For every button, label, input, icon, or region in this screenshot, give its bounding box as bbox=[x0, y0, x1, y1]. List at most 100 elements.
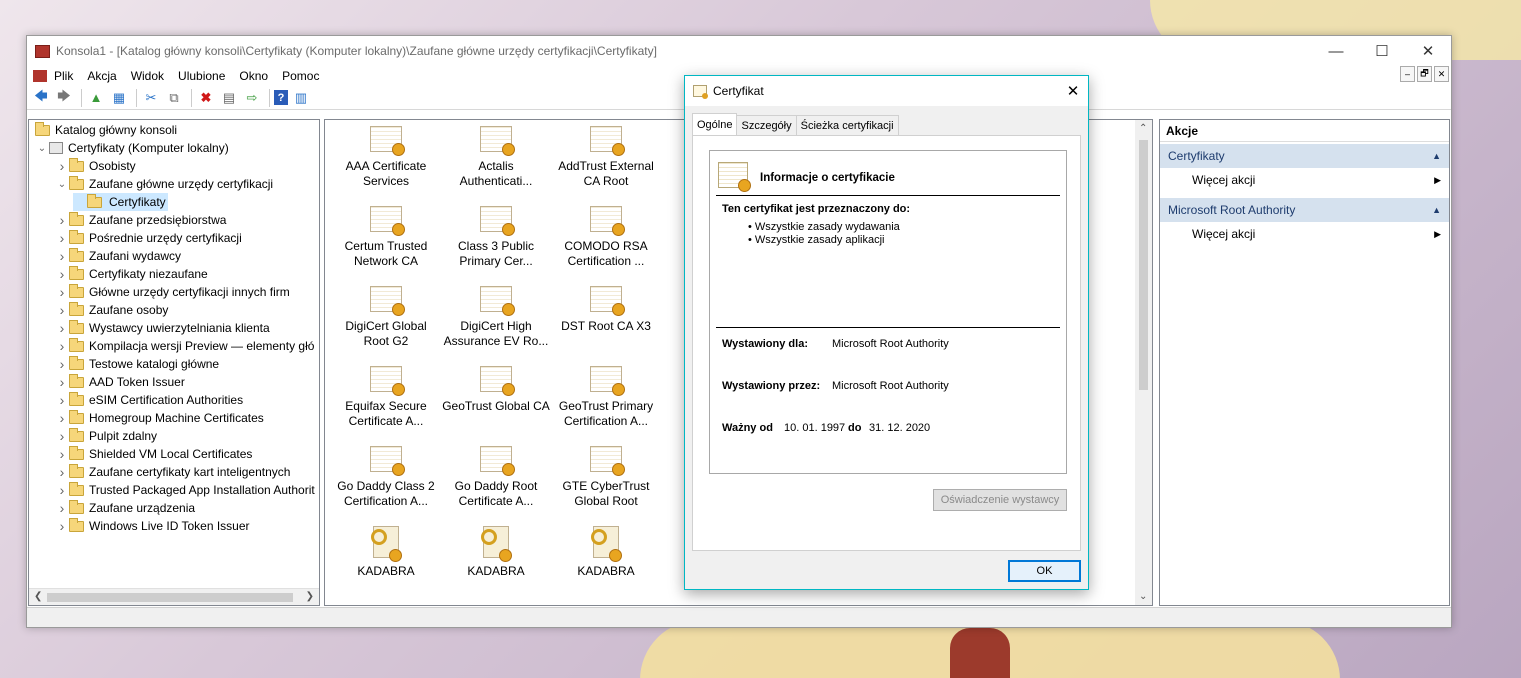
certificate-item[interactable]: AAA Certificate Services bbox=[331, 126, 441, 189]
chevron-right-icon[interactable]: › bbox=[55, 356, 69, 372]
cut-icon[interactable]: ✂ bbox=[141, 88, 161, 108]
dialog-close-button[interactable]: ✕ bbox=[1058, 82, 1088, 100]
chevron-right-icon[interactable]: › bbox=[55, 284, 69, 300]
chevron-right-icon[interactable]: › bbox=[55, 158, 69, 174]
tab-szczegoly[interactable]: Szczegóły bbox=[736, 115, 797, 135]
back-arrow-icon[interactable]: 🡄 bbox=[31, 88, 51, 108]
scrollbar-thumb[interactable] bbox=[47, 593, 293, 602]
tree-item[interactable]: › Pulpit zdalny bbox=[55, 427, 157, 445]
certificate-item[interactable]: KADABRA bbox=[331, 526, 441, 579]
tree-item[interactable]: › Testowe katalogi główne bbox=[55, 355, 219, 373]
certificate-item[interactable]: DigiCert Global Root G2 bbox=[331, 286, 441, 349]
help-icon[interactable]: ? bbox=[274, 90, 288, 105]
certificate-item[interactable]: Equifax Secure Certificate A... bbox=[331, 366, 441, 429]
tree-item[interactable]: › AAD Token Issuer bbox=[55, 373, 185, 391]
menu-app-icon[interactable] bbox=[33, 70, 47, 82]
tree-item[interactable]: › Certyfikaty niezaufane bbox=[55, 265, 208, 283]
chevron-right-icon[interactable]: › bbox=[55, 392, 69, 408]
menu-widok[interactable]: Widok bbox=[131, 69, 164, 83]
certificate-item[interactable]: Certum Trusted Network CA bbox=[331, 206, 441, 269]
chevron-right-icon[interactable]: › bbox=[55, 482, 69, 498]
chevron-right-icon[interactable]: › bbox=[55, 266, 69, 282]
tree-item[interactable]: › Zaufane certyfikaty kart inteligentnych bbox=[55, 463, 290, 481]
certificate-item[interactable]: KADABRA bbox=[441, 526, 551, 579]
menu-pomoc[interactable]: Pomoc bbox=[282, 69, 319, 83]
chevron-right-icon[interactable]: › bbox=[55, 212, 69, 228]
tree-item[interactable]: › Shielded VM Local Certificates bbox=[55, 445, 252, 463]
ok-button[interactable]: OK bbox=[1008, 560, 1081, 582]
show-hide-tree-icon[interactable]: ▦ bbox=[109, 88, 129, 108]
certificate-item[interactable]: AddTrust External CA Root bbox=[551, 126, 661, 189]
up-folder-icon[interactable]: ▲ bbox=[86, 88, 106, 108]
forward-arrow-icon[interactable]: 🡆 bbox=[54, 88, 74, 108]
tree-item[interactable]: › Homegroup Machine Certificates bbox=[55, 409, 264, 427]
tree-item[interactable]: › Trusted Packaged App Installation Autho… bbox=[55, 481, 315, 499]
tree-item[interactable]: › Osobisty bbox=[55, 157, 136, 175]
collapse-up-icon[interactable]: ▲ bbox=[1432, 205, 1441, 215]
tree-item[interactable]: › Zaufane przedsiębiorstwa bbox=[55, 211, 226, 229]
close-button[interactable]: ✕ bbox=[1405, 36, 1451, 66]
chevron-right-icon[interactable]: › bbox=[55, 320, 69, 336]
menu-akcja[interactable]: Akcja bbox=[87, 69, 116, 83]
tree-root[interactable]: Katalog główny konsoli bbox=[35, 121, 177, 139]
certificate-item[interactable]: Actalis Authenticati... bbox=[441, 126, 551, 189]
issuer-statement-button[interactable]: Oświadczenie wystawcy bbox=[933, 489, 1067, 511]
certificate-item[interactable]: GeoTrust Primary Certification A... bbox=[551, 366, 661, 429]
mdi-close-button[interactable]: ✕ bbox=[1434, 66, 1449, 82]
chevron-right-icon[interactable]: › bbox=[55, 500, 69, 516]
actions-section-root-authority[interactable]: Microsoft Root Authority ▲ bbox=[1160, 198, 1449, 222]
action-pane-icon[interactable]: ▥ bbox=[291, 88, 311, 108]
tab-ogolne[interactable]: Ogólne bbox=[692, 113, 738, 135]
tree-item[interactable]: Certyfikaty bbox=[73, 193, 168, 211]
certificate-item[interactable]: KADABRA bbox=[551, 526, 661, 579]
more-actions-item[interactable]: Więcej akcji ▶ bbox=[1160, 168, 1449, 192]
tree-computer-node[interactable]: ⌄ Certyfikaty (Komputer lokalny) bbox=[35, 139, 229, 157]
menu-ulubione[interactable]: Ulubione bbox=[178, 69, 225, 83]
tree-item[interactable]: › Pośrednie urzędy certyfikacji bbox=[55, 229, 242, 247]
collapse-up-icon[interactable]: ▲ bbox=[1432, 151, 1441, 161]
chevron-down-icon[interactable]: ⌄ bbox=[35, 143, 49, 154]
certificate-item[interactable]: Class 3 Public Primary Cer... bbox=[441, 206, 551, 269]
certificate-item[interactable]: DST Root CA X3 bbox=[551, 286, 661, 334]
chevron-down-icon[interactable]: ⌄ bbox=[55, 179, 69, 190]
chevron-right-icon[interactable]: › bbox=[55, 428, 69, 444]
chevron-right-icon[interactable]: › bbox=[55, 464, 69, 480]
chevron-right-icon[interactable]: › bbox=[55, 338, 69, 354]
tree-item[interactable]: › Zaufane urządzenia bbox=[55, 499, 195, 517]
delete-icon[interactable]: ✖ bbox=[196, 88, 216, 108]
scrollbar-thumb[interactable] bbox=[1139, 140, 1148, 390]
chevron-right-icon[interactable]: › bbox=[55, 248, 69, 264]
scroll-down-icon[interactable]: ⌄ bbox=[1139, 591, 1147, 602]
certificate-item[interactable]: COMODO RSA Certification ... bbox=[551, 206, 661, 269]
minimize-button[interactable]: — bbox=[1313, 36, 1359, 66]
maximize-button[interactable]: ☐ bbox=[1359, 36, 1405, 66]
tree-item[interactable]: › Wystawcy uwierzytelniania klienta bbox=[55, 319, 270, 337]
scroll-left-icon[interactable]: ❮ bbox=[34, 591, 42, 602]
menu-plik[interactable]: Plik bbox=[54, 69, 73, 83]
tree-item[interactable]: › Windows Live ID Token Issuer bbox=[55, 517, 250, 535]
chevron-right-icon[interactable]: › bbox=[55, 302, 69, 318]
properties-icon[interactable]: ▤ bbox=[219, 88, 239, 108]
chevron-right-icon[interactable]: › bbox=[55, 374, 69, 390]
more-actions-item[interactable]: Więcej akcji ▶ bbox=[1160, 222, 1449, 246]
tree-item[interactable]: › Kompilacja wersji Preview — elementy gł… bbox=[55, 337, 314, 355]
scroll-up-icon[interactable]: ⌃ bbox=[1139, 123, 1147, 134]
tree-item[interactable]: ⌄ Zaufane główne urzędy certyfikacji bbox=[55, 175, 273, 193]
certificate-item[interactable]: Go Daddy Root Certificate A... bbox=[441, 446, 551, 509]
menu-okno[interactable]: Okno bbox=[239, 69, 268, 83]
chevron-right-icon[interactable]: › bbox=[55, 518, 69, 534]
chevron-right-icon[interactable]: › bbox=[55, 446, 69, 462]
tree-item[interactable]: › Główne urzędy certyfikacji innych firm bbox=[55, 283, 290, 301]
certificate-item[interactable]: Go Daddy Class 2 Certification A... bbox=[331, 446, 441, 509]
tree-item[interactable]: › Zaufane osoby bbox=[55, 301, 168, 319]
chevron-right-icon[interactable]: › bbox=[55, 230, 69, 246]
scroll-right-icon[interactable]: ❯ bbox=[306, 591, 314, 602]
export-icon[interactable]: ⇨ bbox=[242, 88, 262, 108]
copy-icon[interactable]: ⧉ bbox=[164, 88, 184, 108]
list-vertical-scrollbar[interactable]: ⌃ ⌄ bbox=[1135, 120, 1152, 605]
mdi-minimize-button[interactable]: – bbox=[1400, 66, 1415, 82]
tab-sciezka[interactable]: Ścieżka certyfikacji bbox=[795, 115, 899, 135]
chevron-right-icon[interactable]: › bbox=[55, 410, 69, 426]
tree-horizontal-scrollbar[interactable]: ❮ ❯ bbox=[29, 588, 319, 605]
certificate-item[interactable]: DigiCert High Assurance EV Ro... bbox=[441, 286, 551, 349]
